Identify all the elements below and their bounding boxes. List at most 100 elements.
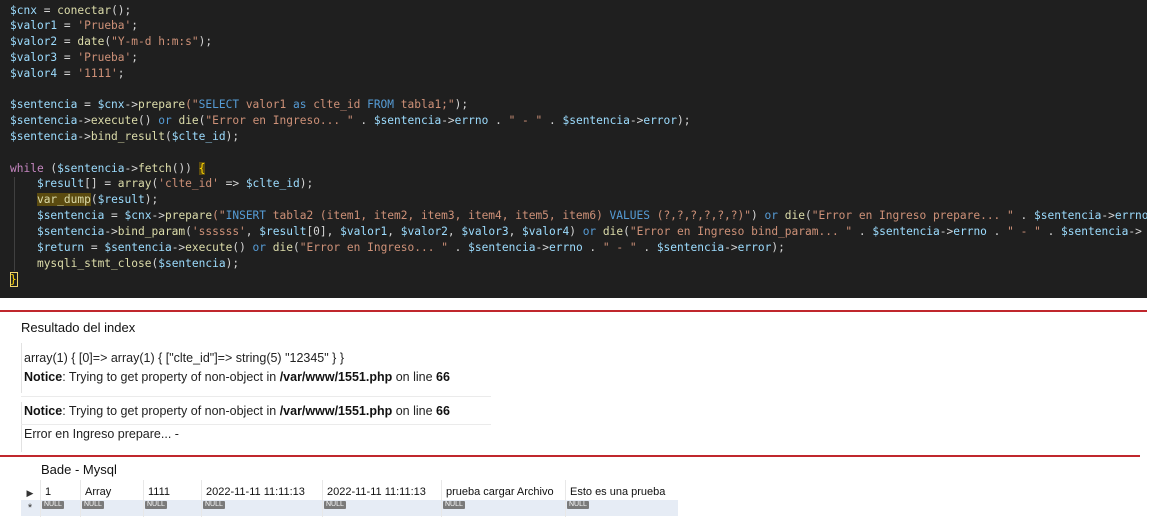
code-token: "Error en Ingreso... " bbox=[299, 241, 448, 254]
code-token: '1111' bbox=[77, 67, 118, 80]
code-token: () bbox=[138, 114, 159, 127]
code-token: "Error en Ingreso bind_param... " bbox=[629, 225, 853, 238]
output-title: Resultado del index bbox=[21, 320, 136, 335]
code-token: $sentencia bbox=[10, 114, 78, 127]
null-badge[interactable]: NULL bbox=[324, 501, 346, 509]
code-token: . bbox=[542, 114, 563, 127]
code-token: ); bbox=[144, 193, 159, 206]
code-token: or bbox=[252, 241, 267, 254]
code-token: $sentencia bbox=[10, 130, 78, 143]
code-token: "Y-m-d h:m:s" bbox=[111, 35, 199, 48]
code-token: ( bbox=[623, 225, 630, 238]
code-token: " - " bbox=[1007, 225, 1041, 238]
code-token: $sentencia bbox=[10, 98, 78, 111]
null-badge[interactable]: NULL bbox=[82, 501, 104, 509]
code-token: (" bbox=[212, 209, 226, 222]
code-line[interactable]: var_dump($result); bbox=[10, 192, 158, 208]
code-token: = bbox=[57, 35, 78, 48]
code-token: . bbox=[1040, 225, 1062, 238]
code-token: VALUES bbox=[609, 209, 650, 222]
code-token: ( bbox=[90, 193, 98, 206]
null-badge[interactable]: NULL bbox=[443, 501, 465, 509]
code-line[interactable]: $sentencia->execute() or die("Error en I… bbox=[10, 113, 691, 129]
code-token: clte_id bbox=[306, 98, 368, 111]
code-token: ( bbox=[293, 241, 300, 254]
code-token: $clte_id bbox=[245, 177, 300, 190]
code-token: fetch bbox=[138, 162, 172, 175]
column-divider bbox=[565, 480, 566, 517]
code-token: (" bbox=[185, 98, 199, 111]
code-line[interactable]: $valor2 = date("Y-m-d h:m:s"); bbox=[10, 34, 212, 50]
code-line[interactable]: $valor3 = 'Prueba'; bbox=[10, 50, 138, 66]
code-token: -> bbox=[151, 209, 165, 222]
grid-cell[interactable]: 1 bbox=[45, 486, 51, 498]
column-divider bbox=[143, 480, 144, 517]
grid-cell[interactable]: prueba cargar Archivo bbox=[446, 486, 554, 498]
code-token: $valor1 bbox=[10, 19, 58, 32]
code-token: die bbox=[272, 241, 293, 254]
code-token: or bbox=[582, 225, 597, 238]
code-token: -> bbox=[939, 225, 954, 238]
code-token: ); bbox=[225, 130, 240, 143]
code-token: $sentencia bbox=[158, 257, 226, 270]
code-line[interactable]: $sentencia->bind_param('ssssss', $result… bbox=[10, 224, 1142, 240]
code-line[interactable]: while ($sentencia->fetch()) { bbox=[10, 161, 206, 177]
code-line[interactable]: $sentencia = $cnx->prepare("INSERT tabla… bbox=[10, 208, 1147, 224]
null-badge[interactable]: NULL bbox=[567, 501, 589, 509]
grid-cell[interactable]: 2022-11-11 11:11:13 bbox=[327, 486, 426, 498]
column-divider bbox=[441, 480, 442, 517]
code-token: = bbox=[57, 19, 78, 32]
code-token: while bbox=[10, 162, 44, 175]
code-token: -> bbox=[441, 114, 455, 127]
code-token: " - " bbox=[508, 114, 543, 127]
code-token: 'ssssss' bbox=[191, 225, 246, 238]
code-token: $valor3 bbox=[10, 51, 58, 64]
code-token: or bbox=[764, 209, 778, 222]
code-line[interactable]: $sentencia->bind_result($clte_id); bbox=[10, 129, 239, 145]
grid-cell[interactable]: 1111 bbox=[148, 486, 170, 498]
code-token: ); bbox=[454, 98, 469, 111]
null-badge[interactable]: NULL bbox=[203, 501, 225, 509]
code-line[interactable]: $valor4 = '1111'; bbox=[10, 66, 125, 82]
code-line[interactable]: } bbox=[10, 272, 17, 288]
code-token: $valor4 bbox=[522, 225, 570, 238]
code-line[interactable]: $sentencia = $cnx->prepare("SELECT valor… bbox=[10, 97, 468, 113]
code-editor[interactable]: $cnx = conectar(); $valor1 = 'Prueba'; $… bbox=[0, 0, 1147, 298]
new-row[interactable]: * NULL NULL NULL NULL NULL NULL NULL bbox=[21, 500, 678, 516]
code-token: , bbox=[245, 225, 260, 238]
code-token: $sentencia bbox=[104, 241, 172, 254]
code-line[interactable]: $cnx = conectar(); bbox=[10, 3, 131, 19]
grid-cell[interactable]: Esto es una prueba bbox=[570, 486, 665, 498]
output-border bbox=[21, 402, 22, 452]
code-token: execute bbox=[90, 114, 138, 127]
code-token: = bbox=[36, 4, 58, 17]
code-token: errno bbox=[454, 114, 489, 127]
grid-cell[interactable]: 2022-11-11 11:11:13 bbox=[206, 486, 305, 498]
code-token: ( bbox=[185, 225, 192, 238]
code-token: . bbox=[582, 241, 603, 254]
code-line[interactable]: $result[] = array('clte_id' => $clte_id)… bbox=[10, 176, 313, 192]
code-token: $sentencia bbox=[872, 225, 940, 238]
code-token: $sentencia bbox=[373, 114, 442, 127]
null-badge[interactable]: NULL bbox=[42, 501, 64, 509]
code-token: ) bbox=[751, 209, 765, 222]
code-token: $sentencia bbox=[36, 225, 105, 238]
code-token: (?,?,?,?,?,?)" bbox=[649, 209, 752, 222]
code-line[interactable]: $return = $sentencia->execute() or die("… bbox=[10, 240, 785, 256]
code-line[interactable]: $valor1 = 'Prueba'; bbox=[10, 18, 138, 34]
red-separator bbox=[0, 455, 1140, 457]
code-token: = bbox=[104, 209, 125, 222]
notice-message: : Trying to get property of non-object i… bbox=[62, 404, 280, 418]
grid-cell[interactable]: Array bbox=[85, 486, 111, 498]
php-notice: Notice: Trying to get property of non-ob… bbox=[24, 403, 450, 419]
code-token: -> bbox=[124, 162, 139, 175]
code-token: -> bbox=[77, 130, 91, 143]
code-line[interactable]: mysqli_stmt_close($sentencia); bbox=[10, 256, 239, 272]
code-token: . bbox=[986, 225, 1008, 238]
result-grid[interactable]: ▶ 1 Array 1111 2022-11-11 11:11:13 2022-… bbox=[21, 480, 678, 517]
code-token: => bbox=[218, 177, 246, 190]
code-token: valor1 bbox=[239, 98, 293, 111]
null-badge[interactable]: NULL bbox=[145, 501, 167, 509]
